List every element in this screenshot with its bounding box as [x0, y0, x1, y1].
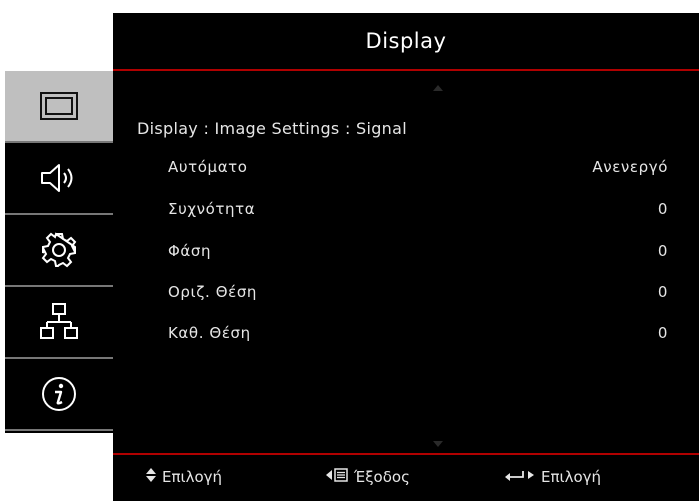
- up-down-arrow-icon: [146, 468, 156, 486]
- network-icon: [39, 302, 79, 342]
- speaker-icon: [39, 161, 79, 195]
- menu-title: Display: [365, 29, 447, 53]
- menu-item-value: 0: [657, 242, 668, 260]
- sidebar-item-network[interactable]: [5, 287, 113, 359]
- sidebar-item-display[interactable]: [5, 71, 113, 143]
- breadcrumb: Display : Image Settings : Signal: [137, 119, 407, 138]
- footer-select-hint: Επιλογή: [146, 468, 222, 486]
- menu-item-label: Αυτόματο: [168, 158, 248, 176]
- footer-select-label: Επιλογή: [162, 468, 223, 486]
- osd-menu: Display Display : Image Settings : Signa…: [113, 13, 699, 501]
- menu-item-v-position[interactable]: Καθ. Θέση 0: [168, 319, 668, 347]
- menu-item-h-position[interactable]: Οριζ. Θέση 0: [168, 278, 668, 306]
- sidebar: [5, 71, 113, 433]
- menu-item-value: 0: [657, 324, 668, 342]
- title-divider: [113, 69, 699, 71]
- menu-item-label: Καθ. Θέση: [168, 324, 251, 342]
- footer-hints: Επιλογή Έξοδος Επιλογή: [113, 456, 699, 501]
- info-icon: [40, 375, 78, 413]
- menu-item-frequency[interactable]: Συχνότητα 0: [168, 195, 668, 223]
- footer-divider: [113, 453, 699, 455]
- menu-item-label: Φάση: [168, 242, 212, 260]
- enter-arrow-icon: [505, 468, 535, 486]
- menu-item-value: 0: [657, 200, 668, 218]
- menu-item-value: 0: [657, 283, 668, 301]
- menu-item-phase[interactable]: Φάση 0: [168, 237, 668, 265]
- menu-item-label: Οριζ. Θέση: [168, 283, 258, 301]
- scroll-up-icon: [433, 85, 443, 91]
- footer-exit-label: Έξοδος: [354, 468, 410, 486]
- sidebar-item-audio[interactable]: [5, 143, 113, 215]
- gear-icon: [40, 231, 78, 269]
- menu-item-value: Ανενεργό: [592, 158, 668, 176]
- menu-item-label: Συχνότητα: [168, 200, 256, 218]
- left-menu-icon: [326, 468, 348, 486]
- menu-item-auto[interactable]: Αυτόματο Ανενεργό: [168, 153, 668, 181]
- sidebar-item-settings[interactable]: [5, 215, 113, 287]
- footer-enter-hint: Επιλογή: [505, 468, 601, 486]
- scroll-down-icon: [433, 441, 443, 447]
- footer-exit-hint: Έξοδος: [326, 468, 410, 486]
- display-icon: [40, 92, 78, 120]
- footer-enter-label: Επιλογή: [541, 468, 602, 486]
- sidebar-item-info[interactable]: [5, 359, 113, 431]
